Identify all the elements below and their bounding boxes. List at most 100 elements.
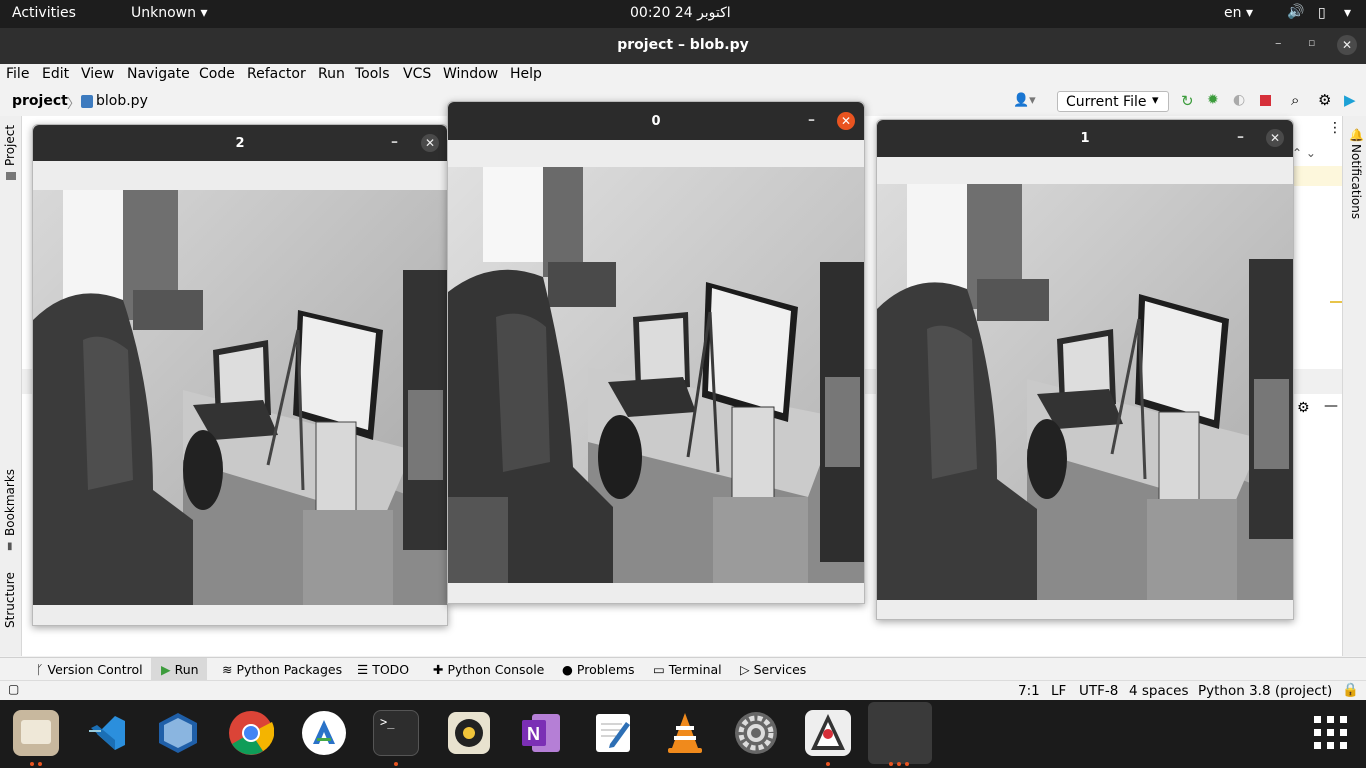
chrome-icon[interactable] (228, 710, 275, 756)
branch-icon: ᚴ (36, 662, 48, 677)
user-icon[interactable]: 👤▾ (1013, 93, 1036, 108)
menu-edit[interactable]: Edit (42, 66, 69, 82)
gear-icon[interactable]: ⚙ (1297, 400, 1310, 416)
caret-position[interactable]: 7:1 (1018, 683, 1040, 699)
file-encoding[interactable]: UTF-8 (1079, 683, 1118, 699)
chevron-down-icon: ▾ (200, 5, 208, 21)
room-scene-image (33, 190, 447, 605)
battery-icon[interactable]: ▯ (1318, 5, 1326, 21)
more-icon[interactable]: ⋮ (1328, 120, 1342, 136)
debug-icon[interactable]: ✹ (1207, 92, 1219, 108)
hide-icon[interactable]: — (1324, 398, 1338, 414)
layout-icon[interactable]: ▢ (8, 682, 19, 696)
text-editor-icon[interactable] (590, 710, 636, 756)
gear-icon[interactable]: ⚙ (1318, 91, 1331, 109)
menu-navigate[interactable]: Navigate (127, 66, 190, 82)
tab-python-console[interactable]: ✚ Python Console (433, 662, 544, 677)
tab-run[interactable]: ▶ Run (151, 658, 207, 680)
running-indicator (889, 762, 893, 766)
menu-view[interactable]: View (81, 66, 114, 82)
run-config-select[interactable]: Current File ▾ (1057, 91, 1169, 112)
left-tool-strip: Project Bookmarks ▮ Structure (0, 116, 22, 656)
tab-todo[interactable]: ☰ TODO (357, 662, 409, 677)
show-apps-icon[interactable] (1308, 710, 1354, 756)
line-separator[interactable]: LF (1051, 683, 1066, 699)
ide-title-bar: project – blob.py – ▫ ✕ (0, 28, 1366, 64)
run-icon: ▶ (161, 662, 175, 677)
menu-refactor[interactable]: Refactor (247, 66, 306, 82)
menu-tools[interactable]: Tools (355, 66, 390, 82)
search-icon[interactable]: ⌕ (1291, 91, 1299, 109)
svg-text:N: N (527, 724, 540, 744)
tab-notifications[interactable]: Notifications (1349, 144, 1363, 219)
right-tool-strip: 🔔 Notifications (1342, 116, 1366, 656)
running-indicator (826, 762, 830, 766)
stop-icon[interactable] (1260, 95, 1271, 106)
minimize-icon[interactable]: – (808, 112, 815, 128)
coverage-icon[interactable]: ◐ (1233, 92, 1245, 108)
bookmark-icon: ▮ (7, 541, 13, 552)
tab-problems[interactable]: ● Problems (562, 662, 635, 677)
language-indicator[interactable]: en ▾ (1224, 5, 1253, 21)
image-window-0[interactable]: 0 – ✕ (447, 101, 865, 604)
menu-help[interactable]: Help (510, 66, 542, 82)
window-header[interactable]: 2 – ✕ (33, 125, 447, 161)
virtualbox-icon[interactable] (155, 710, 201, 756)
tab-python-packages[interactable]: ≋ Python Packages (222, 662, 342, 677)
room-scene-image (877, 184, 1293, 600)
layers-icon: ≋ (222, 662, 237, 677)
minimize-icon[interactable]: – (1275, 36, 1282, 51)
menu-window[interactable]: Window (443, 66, 498, 82)
rhythmbox-icon[interactable] (446, 710, 492, 756)
vlc-icon[interactable] (662, 710, 708, 756)
settings-icon[interactable] (733, 710, 779, 756)
java-icon[interactable] (805, 710, 851, 756)
image-window-1[interactable]: 1 – ✕ (876, 119, 1294, 620)
close-icon[interactable]: ✕ (837, 112, 855, 130)
tab-version-control[interactable]: ᚴ Version Control (36, 662, 143, 677)
terminal-icon[interactable]: >_ (373, 710, 419, 756)
menu-code[interactable]: Code (199, 66, 235, 82)
minimize-icon[interactable]: – (1237, 129, 1244, 145)
window-header[interactable]: 1 – ✕ (877, 120, 1293, 157)
tab-project[interactable]: Project (3, 125, 17, 166)
window-title: 2 (235, 136, 245, 151)
close-icon[interactable]: ✕ (1337, 35, 1357, 55)
rerun-icon[interactable]: ↻ (1181, 92, 1194, 110)
image-window-2[interactable]: 2 – ✕ (32, 124, 448, 626)
tab-terminal[interactable]: ▭ Terminal (653, 662, 722, 677)
chevron-right-icon: 〉 (67, 97, 81, 112)
close-icon[interactable]: ✕ (421, 134, 439, 152)
toolbox-icon[interactable]: ▶ (1344, 91, 1356, 109)
menu-run[interactable]: Run (318, 66, 345, 82)
anaconda-icon[interactable] (301, 710, 347, 756)
close-icon[interactable]: ✕ (1266, 129, 1284, 147)
lock-icon[interactable]: 🔒 (1342, 682, 1359, 698)
minimize-icon[interactable]: – (391, 134, 398, 150)
onenote-icon[interactable]: N (518, 710, 564, 756)
indent-setting[interactable]: 4 spaces (1129, 683, 1189, 699)
services-icon: ▷ (740, 662, 754, 677)
tab-bookmarks[interactable]: Bookmarks (3, 469, 17, 536)
clock[interactable]: 00:20 24 اکتوبر (630, 5, 731, 21)
vscode-icon[interactable] (85, 710, 131, 756)
menu-file[interactable]: File (6, 66, 29, 82)
chevron-down-icon: ▾ (1245, 5, 1253, 21)
active-window-icon[interactable] (868, 702, 932, 764)
breadcrumb-file[interactable]: blob.py (96, 93, 148, 109)
running-indicator (38, 762, 42, 766)
menu-vcs[interactable]: VCS (403, 66, 431, 82)
python-interpreter[interactable]: Python 3.8 (project) (1198, 683, 1332, 699)
volume-icon[interactable]: 🔊 (1287, 4, 1304, 20)
tab-structure[interactable]: Structure (3, 572, 17, 628)
window-header[interactable]: 0 – ✕ (448, 102, 864, 140)
tab-services[interactable]: ▷ Services (740, 662, 806, 677)
files-icon[interactable] (13, 710, 59, 756)
activities-button[interactable]: Activities (12, 5, 76, 21)
nav-arrows[interactable]: ⌃ ⌄ (1292, 146, 1316, 160)
window-title: project – blob.py (617, 37, 749, 53)
app-menu[interactable]: Unknown ▾ (131, 5, 207, 21)
maximize-icon[interactable]: ▫ (1308, 36, 1315, 49)
breadcrumb-project[interactable]: project (12, 93, 68, 109)
chevron-down-icon[interactable]: ▾ (1344, 5, 1351, 21)
